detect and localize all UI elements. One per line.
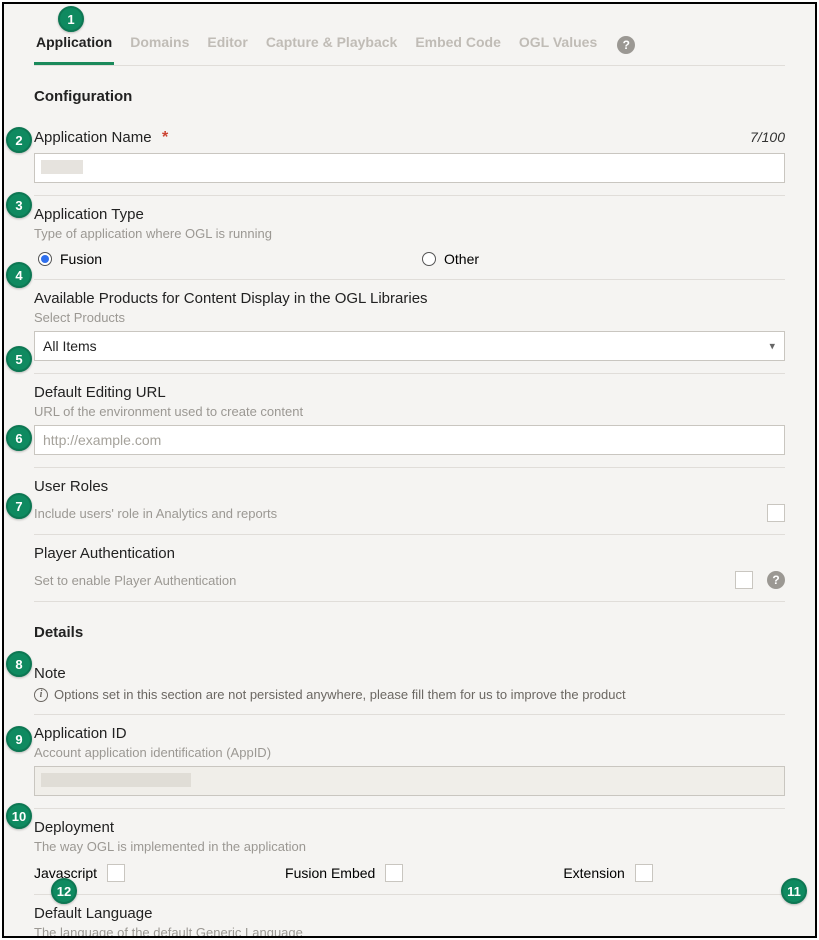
callout-10: 10 xyxy=(6,803,32,829)
tab-ogl-values[interactable]: OGL Values xyxy=(517,24,599,65)
available-products-label: Available Products for Content Display i… xyxy=(34,290,428,307)
deployment-fusion-embed-label: Fusion Embed xyxy=(285,865,375,881)
default-language-sublabel: The language of the default Generic Lang… xyxy=(34,925,785,938)
radio-dot-icon xyxy=(422,252,436,266)
radio-other[interactable]: Other xyxy=(422,251,479,267)
player-auth-sublabel: Set to enable Player Authentication xyxy=(34,573,236,588)
callout-6: 6 xyxy=(6,425,32,451)
callout-7: 7 xyxy=(6,493,32,519)
user-roles-field: User Roles Include users' role in Analyt… xyxy=(34,468,785,535)
default-language-label: Default Language xyxy=(34,905,152,922)
required-star-icon: * xyxy=(162,129,168,146)
player-auth-checkbox[interactable] xyxy=(735,571,753,589)
default-editing-url-field: Default Editing URL URL of the environme… xyxy=(34,374,785,468)
radio-dot-checked-icon xyxy=(38,252,52,266)
tab-embed-code[interactable]: Embed Code xyxy=(413,24,503,65)
deployment-field: Deployment The way OGL is implemented in… xyxy=(34,809,785,895)
callout-3: 3 xyxy=(6,192,32,218)
default-editing-url-sublabel: URL of the environment used to create co… xyxy=(34,404,785,419)
info-icon: i xyxy=(34,688,48,702)
note-label: Note xyxy=(34,665,66,682)
application-type-label: Application Type xyxy=(34,206,144,223)
default-language-field: Default Language The language of the def… xyxy=(34,895,785,938)
application-name-input[interactable] xyxy=(34,153,785,183)
radio-fusion-label: Fusion xyxy=(60,251,102,267)
available-products-sublabel: Select Products xyxy=(34,310,785,325)
callout-8: 8 xyxy=(6,651,32,677)
application-type-field: Application Type Type of application whe… xyxy=(34,196,785,280)
tabs-bar: Application Domains Editor Capture & Pla… xyxy=(34,24,785,66)
note-field: Note i Options set in this section are n… xyxy=(34,655,785,715)
user-roles-sublabel: Include users' role in Analytics and rep… xyxy=(34,506,277,521)
application-name-label: Application Name xyxy=(34,129,152,146)
deployment-extension-label: Extension xyxy=(563,865,624,881)
application-id-label: Application ID xyxy=(34,725,127,742)
callout-1: 1 xyxy=(58,6,84,32)
deployment-fusion-embed-checkbox[interactable] xyxy=(385,864,403,882)
default-editing-url-label: Default Editing URL xyxy=(34,384,166,401)
available-products-select[interactable]: All Items xyxy=(34,331,785,361)
tab-domains[interactable]: Domains xyxy=(128,24,191,65)
player-auth-field: Player Authentication Set to enable Play… xyxy=(34,535,785,602)
application-id-sublabel: Account application identification (AppI… xyxy=(34,745,785,760)
application-id-field: Application ID Account application ident… xyxy=(34,715,785,809)
application-type-sublabel: Type of application where OGL is running xyxy=(34,226,785,241)
application-name-field: Application Name * 7/100 xyxy=(34,119,785,196)
available-products-field: Available Products for Content Display i… xyxy=(34,280,785,374)
radio-other-label: Other xyxy=(444,251,479,267)
callout-11: 11 xyxy=(781,878,807,904)
tab-capture-playback[interactable]: Capture & Playback xyxy=(264,24,400,65)
user-roles-label: User Roles xyxy=(34,478,108,495)
radio-fusion[interactable]: Fusion xyxy=(38,251,102,267)
callout-12: 12 xyxy=(51,878,77,904)
help-icon[interactable]: ? xyxy=(617,36,635,54)
deployment-label: Deployment xyxy=(34,819,114,836)
application-name-char-count: 7/100 xyxy=(750,129,785,145)
deployment-extension-checkbox[interactable] xyxy=(635,864,653,882)
help-icon[interactable]: ? xyxy=(767,571,785,589)
callout-5: 5 xyxy=(6,346,32,372)
deployment-js-checkbox[interactable] xyxy=(107,864,125,882)
player-auth-label: Player Authentication xyxy=(34,545,175,562)
default-editing-url-input[interactable] xyxy=(34,425,785,455)
user-roles-checkbox[interactable] xyxy=(767,504,785,522)
callout-2: 2 xyxy=(6,127,32,153)
tab-editor[interactable]: Editor xyxy=(205,24,249,65)
configuration-heading: Configuration xyxy=(34,88,785,105)
callout-9: 9 xyxy=(6,726,32,752)
callout-4: 4 xyxy=(6,262,32,288)
note-text: Options set in this section are not pers… xyxy=(54,687,626,702)
deployment-sublabel: The way OGL is implemented in the applic… xyxy=(34,839,785,854)
details-heading: Details xyxy=(34,624,785,641)
